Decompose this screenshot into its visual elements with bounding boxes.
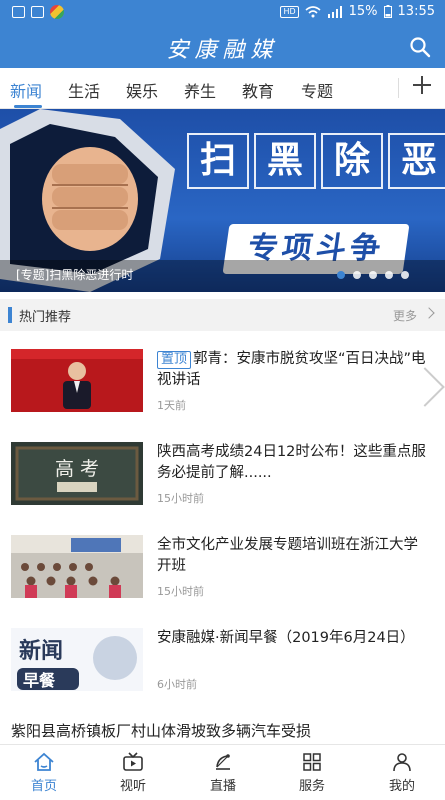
- tab-divider: [398, 78, 399, 98]
- carousel-indicator: [337, 271, 409, 279]
- tab-health[interactable]: 养生: [184, 78, 216, 102]
- app-header: 安康融媒: [0, 26, 445, 68]
- news-title: 安康融媒·新闻早餐（2019年6月24日）: [157, 630, 415, 646]
- news-thumbnail: 高 考: [11, 442, 143, 505]
- banner-char: 恶: [388, 133, 445, 189]
- section-accent: [8, 307, 12, 323]
- battery-percent: 15%: [348, 4, 378, 19]
- news-title: 全市文化产业发展专题培训班在浙江大学开班: [157, 537, 418, 574]
- tab-special[interactable]: 专题: [301, 78, 333, 102]
- image-notification-icon: [12, 6, 25, 18]
- banner-caption: [专题]扫黑除恶进行时: [16, 268, 134, 282]
- news-item[interactable]: 全市文化产业发展专题培训班在浙江大学开班 15小时前: [0, 535, 445, 627]
- nav-profile[interactable]: 我的: [372, 751, 432, 794]
- active-tab-indicator: [14, 105, 42, 108]
- tab-entertainment[interactable]: 娱乐: [126, 78, 158, 102]
- news-title-text: 郭青：安康市脱贫攻坚“百日决战”电视讲话: [157, 351, 426, 388]
- tab-education[interactable]: 教育: [242, 78, 274, 102]
- status-bar: HD 15% 13:55: [0, 0, 445, 26]
- add-channel-icon[interactable]: [411, 74, 433, 96]
- svg-text:高 考: 高 考: [55, 458, 99, 480]
- banner-char: 扫: [187, 133, 249, 189]
- checkbox-notification-icon: [31, 6, 44, 18]
- nav-live[interactable]: 直播: [193, 751, 253, 794]
- pinned-tag: 置顶: [157, 351, 192, 369]
- news-title: 置顶 郭青：安康市脱贫攻坚“百日决战”电视讲话: [157, 349, 427, 391]
- nav-label: 视听: [119, 779, 146, 794]
- svg-text:早餐: 早餐: [23, 671, 56, 690]
- nav-services[interactable]: 服务: [282, 751, 342, 794]
- news-headline-text[interactable]: 紫阳县高桥镇板厂村山体滑坡致多辆汽车受损: [11, 720, 311, 741]
- signal-icon: [327, 5, 342, 18]
- carousel-dot[interactable]: [337, 271, 345, 279]
- carousel-dot[interactable]: [401, 271, 409, 279]
- app-title: 安康融媒: [166, 38, 279, 63]
- nav-label: 首页: [30, 779, 57, 794]
- hd-badge: HD: [280, 5, 299, 18]
- clock: 13:55: [397, 4, 435, 19]
- news-time: 15小时前: [157, 492, 204, 505]
- tab-news[interactable]: 新闻: [10, 78, 42, 102]
- bottom-nav: 首页 视听 直播 服务 我的: [0, 744, 445, 800]
- grid-icon: [303, 753, 321, 771]
- news-time: 15小时前: [157, 585, 204, 598]
- battery-icon: [383, 5, 392, 18]
- news-item[interactable]: 置顶 郭青：安康市脱贫攻坚“百日决战”电视讲话 1天前: [0, 349, 445, 441]
- chevron-right-icon[interactable]: [423, 307, 435, 319]
- banner-char: 黑: [254, 133, 316, 189]
- carousel-dot[interactable]: [369, 271, 377, 279]
- news-title: 陕西高考成绩24日12时公布！这些重点服务必提前了解......: [157, 444, 426, 481]
- search-icon[interactable]: [409, 36, 431, 58]
- news-item[interactable]: 新闻 早餐 安康融媒·新闻早餐（2019年6月24日） 6小时前: [0, 628, 445, 720]
- svg-text:新闻: 新闻: [19, 638, 63, 664]
- banner-carousel[interactable]: 扫 黑 除 恶 专项斗争 [专题]扫黑除恶进行时: [0, 109, 445, 292]
- carousel-dot[interactable]: [385, 271, 393, 279]
- news-thumbnail: [11, 349, 143, 412]
- hot-recommend-header: 热门推荐 更多: [0, 299, 445, 331]
- news-time: 1天前: [157, 399, 186, 412]
- nav-media[interactable]: 视听: [103, 751, 163, 794]
- nav-home[interactable]: 首页: [14, 751, 74, 794]
- news-thumbnail: 新闻 早餐: [11, 628, 143, 691]
- news-item[interactable]: 高 考 陕西高考成绩24日12时公布！这些重点服务必提前了解...... 15小…: [0, 442, 445, 534]
- app-notification-icon: [50, 5, 64, 19]
- wifi-icon: [305, 5, 321, 17]
- more-link[interactable]: 更多: [393, 307, 417, 324]
- tab-life[interactable]: 生活: [68, 78, 100, 102]
- tv-icon: [123, 752, 143, 771]
- home-icon: [34, 752, 54, 771]
- banner-headline: 扫 黑 除 恶: [187, 133, 445, 189]
- nav-label: 直播: [209, 779, 236, 794]
- carousel-dot[interactable]: [353, 271, 361, 279]
- news-thumbnail: [11, 535, 143, 598]
- section-title: 热门推荐: [19, 310, 72, 325]
- nav-label: 我的: [388, 779, 415, 794]
- broadcast-icon: [216, 754, 230, 770]
- banner-char: 除: [321, 133, 383, 189]
- user-icon: [393, 753, 411, 772]
- category-tabs: 新闻 生活 娱乐 养生 教育 专题: [0, 68, 445, 109]
- news-time: 6小时前: [157, 678, 197, 691]
- nav-label: 服务: [298, 779, 325, 794]
